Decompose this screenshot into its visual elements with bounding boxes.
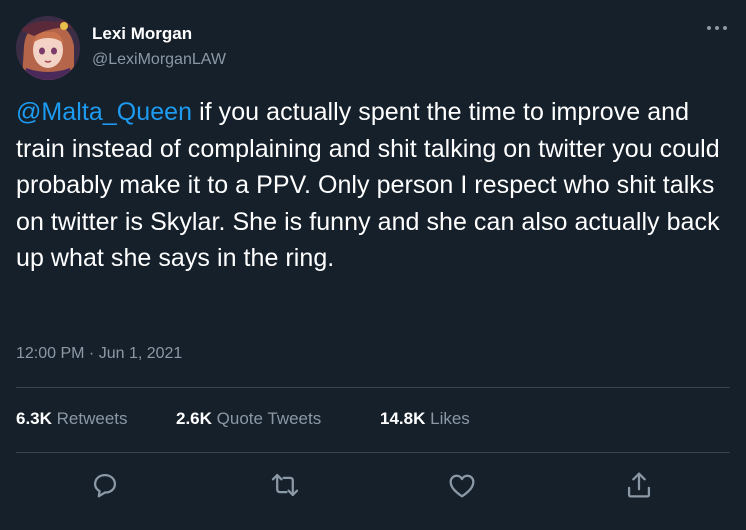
share-icon[interactable] [622, 468, 656, 502]
more-icon[interactable] [703, 18, 733, 38]
retweet-icon[interactable] [268, 468, 302, 502]
avatar-image [16, 16, 80, 80]
like-icon[interactable] [445, 468, 479, 502]
reply-icon[interactable] [88, 468, 122, 502]
retweets-count: 6.3K [16, 409, 52, 428]
more-dot [707, 26, 711, 30]
quote-tweets-stat[interactable]: 2.6K Quote Tweets [176, 409, 321, 429]
avatar[interactable] [16, 16, 80, 80]
likes-label: Likes [430, 409, 470, 428]
quote-tweets-count: 2.6K [176, 409, 212, 428]
likes-count: 14.8K [380, 409, 426, 428]
action-bar [0, 460, 746, 510]
quote-tweets-label: Quote Tweets [216, 409, 322, 428]
tweet-text: @Malta_Queen if you actually spent the t… [16, 94, 736, 277]
mention-link[interactable]: @Malta_Queen [16, 98, 192, 126]
display-name[interactable]: Lexi Morgan [92, 24, 192, 44]
retweets-label: Retweets [56, 409, 128, 428]
more-dot [715, 26, 719, 30]
retweets-stat[interactable]: 6.3K Retweets [16, 409, 128, 429]
more-dot [723, 26, 727, 30]
user-handle[interactable]: @LexiMorganLAW [92, 51, 226, 69]
divider [16, 387, 730, 388]
divider [16, 452, 730, 453]
tweet-timestamp[interactable]: 12:00 PM · Jun 1, 2021 [16, 345, 182, 363]
likes-stat[interactable]: 14.8K Likes [380, 409, 470, 429]
